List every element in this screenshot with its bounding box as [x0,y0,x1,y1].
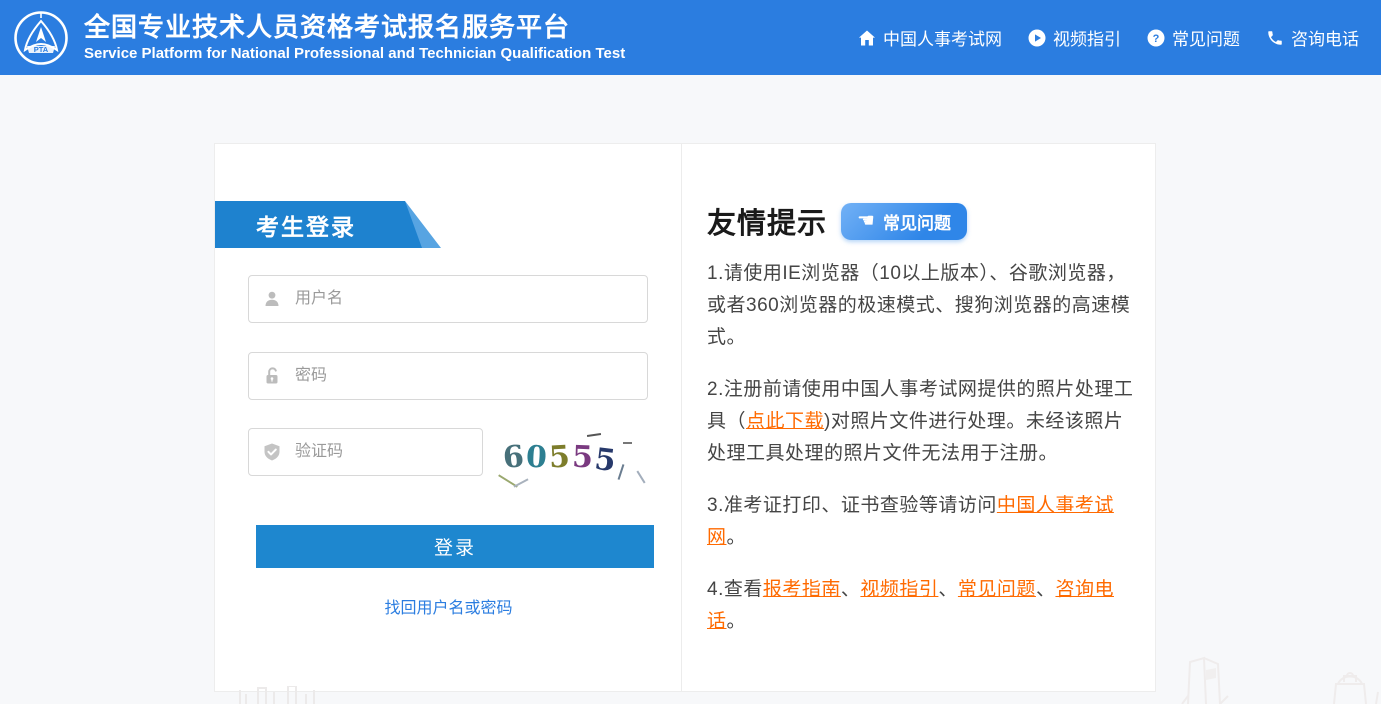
tip-text: 、 [938,579,958,600]
captcha-noise [587,433,601,437]
captcha-field [248,428,483,476]
tips-body: 1.请使用IE浏览器（10以上版本）、谷歌浏览器，或者360浏览器的极速模式、搜… [707,258,1137,638]
question-circle-icon: ? [1147,29,1165,47]
pta-emblem-icon: PTA [12,9,70,67]
captcha-digit: 0 [525,437,548,478]
captcha-digit: 5 [548,437,571,478]
tip-text: 1.请使用IE浏览器（10以上版本）、谷歌浏览器，或者360浏览器的极速模式、搜… [707,263,1130,348]
nav-label: 视频指引 [1053,25,1121,50]
nav-cpta-site[interactable]: 中国人事考试网 [858,25,1002,50]
nav-phone[interactable]: 咨询电话 [1266,25,1359,50]
forgot-credentials-link[interactable]: 找回用户名或密码 [215,594,682,618]
tip-link[interactable]: 报考指南 [763,579,841,600]
page-subtitle: Service Platform for National Profession… [84,44,625,64]
username-field [248,275,648,323]
tip-text: 3.准考证打印、证书查验等请访问 [707,495,997,516]
password-input[interactable] [248,352,648,400]
tip-paragraph-2: 2.注册前请使用中国人事考试网提供的照片处理工具（点此下载)对照片文件进行处理。… [707,374,1137,470]
tips-title: 友情提示 [707,200,827,242]
tip-text: 4.查看 [707,579,763,600]
captcha-noise [636,471,645,484]
brand-text: 全国专业技术人员资格考试报名服务平台 Service Platform for … [84,12,625,64]
faq-badge-label: 常见问题 [883,209,951,234]
gate-building-illustration [1320,670,1381,704]
captcha-noise [623,442,632,444]
tip-link[interactable]: 点此下载 [746,411,824,432]
home-icon [858,29,876,47]
captcha-input[interactable] [248,428,483,476]
captcha-noise [618,464,625,480]
svg-text:PTA: PTA [34,45,49,54]
tip-text: 。 [727,527,747,548]
top-nav: 中国人事考试网 视频指引 ? 常见问题 咨询电话 [858,25,1359,50]
login-panel: 考生登录 60555 [215,144,682,691]
tip-link[interactable]: 常见问题 [958,579,1036,600]
faq-badge-button[interactable]: ☚ 常见问题 [841,203,967,240]
nav-label: 常见问题 [1172,25,1240,50]
svg-text:?: ? [1153,33,1160,45]
login-panel-title: 考生登录 [256,201,356,248]
captcha-digit: 5 [571,438,593,479]
tip-paragraph-1: 1.请使用IE浏览器（10以上版本）、谷歌浏览器，或者360浏览器的极速模式、搜… [707,258,1137,354]
username-input[interactable] [248,275,648,323]
tip-paragraph-4: 4.查看报考指南、视频指引、常见问题、咨询电话。 [707,574,1137,638]
captcha-noise [513,478,528,487]
tip-link[interactable]: 视频指引 [860,579,938,600]
captcha-digit: 6 [501,437,525,479]
captcha-image[interactable]: 60555 [495,434,650,482]
pointing-hand-icon: ☚ [857,211,875,231]
main-card: 考生登录 60555 [214,143,1156,692]
password-field [248,352,648,400]
tip-text: 。 [727,611,747,632]
tip-text: 、 [841,579,861,600]
play-circle-icon [1028,29,1046,47]
captcha-digit: 5 [592,440,618,482]
app-header: PTA 全国专业技术人员资格考试报名服务平台 Service Platform … [0,0,1381,75]
nav-label: 中国人事考试网 [883,25,1002,50]
phone-icon [1266,29,1284,47]
nav-faq[interactable]: ? 常见问题 [1147,25,1240,50]
tips-panel: 友情提示 ☚ 常见问题 1.请使用IE浏览器（10以上版本）、谷歌浏览器，或者3… [683,144,1157,691]
login-panel-header: 考生登录 [215,201,455,248]
tip-text: 、 [1036,579,1056,600]
tip-paragraph-3: 3.准考证打印、证书查验等请访问中国人事考试网。 [707,490,1137,554]
tips-header: 友情提示 ☚ 常见问题 [707,200,1137,242]
nav-video-guide[interactable]: 视频指引 [1028,25,1121,50]
building-flag-illustration [1180,656,1250,704]
page-title: 全国专业技术人员资格考试报名服务平台 [84,12,625,42]
brand: PTA 全国专业技术人员资格考试报名服务平台 Service Platform … [12,9,625,67]
login-button[interactable]: 登录 [256,525,654,568]
nav-label: 咨询电话 [1291,25,1359,50]
captcha-digits: 60555 [503,438,615,478]
